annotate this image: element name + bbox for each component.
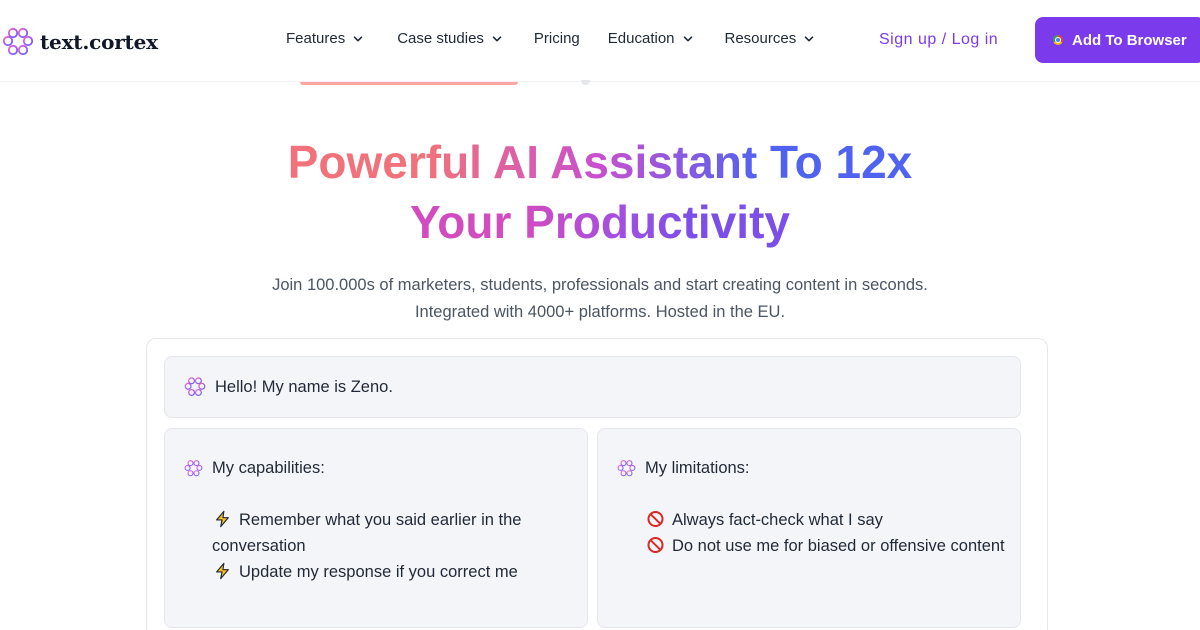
list-item: Remember what you said earlier in the co… [212,507,572,559]
menu-label: Case studies [397,30,484,47]
list-item: Do not use me for biased or offensive co… [645,533,1005,559]
main-menu: Features Case studies Pricing Education … [286,30,814,47]
lightning-icon [216,562,229,580]
chevron-down-icon [492,35,502,41]
hero-subtitle: Join 100.000s of marketers, students, pr… [0,272,1200,326]
menu-label: Pricing [533,30,580,47]
greeting-text: Hello! My name is Zeno. [215,377,393,396]
brain-icon [617,459,636,478]
top-nav: text.cortex Features Case studies Pricin… [0,0,1200,82]
limitations-panel: My limitations: Always fact-check what I… [597,428,1021,628]
greeting-message: Hello! My name is Zeno. [164,356,1021,418]
lightning-icon [216,510,229,528]
capabilities-title: My capabilities: [212,459,325,477]
chevron-down-icon [683,35,692,41]
brain-icon [2,26,34,58]
hero-subtitle-line2: Integrated with 4000+ platforms. Hosted … [414,303,786,321]
limitations-heading: My limitations: [617,459,750,478]
menu-item-resources[interactable]: Resources [725,30,815,47]
prohibited-icon [647,536,664,554]
list-item: Always fact-check what I say [645,507,1005,533]
logo-text: text.cortex [40,30,158,54]
brain-icon [184,459,203,478]
chrome-icon [1053,35,1063,45]
announcement-remnant [300,82,518,85]
capability-text: Update my response if you correct me [239,563,518,581]
menu-label: Resources [724,30,797,47]
menu-item-case-studies[interactable]: Case studies [397,30,502,47]
capabilities-panel: My capabilities: Remember what you said … [164,428,588,628]
hero-title-line2: Your Productivity [410,192,790,252]
signup-login-link[interactable]: Sign up / Log in [879,31,998,49]
limitations-list: Always fact-check what I say Do not use … [645,507,1005,559]
menu-item-pricing[interactable]: Pricing [534,30,580,47]
announcement-remnant-dot [581,80,590,85]
add-to-browser-button[interactable]: Add To Browser [1035,17,1200,63]
menu-label: Education [607,30,675,47]
capabilities-heading: My capabilities: [184,459,325,478]
list-item: Update my response if you correct me [212,559,572,585]
chevron-down-icon [804,35,814,41]
add-to-browser-label: Add To Browser [1072,31,1187,49]
menu-item-features[interactable]: Features [286,30,363,47]
logo[interactable]: text.cortex [2,26,158,58]
limitations-title: My limitations: [645,459,750,477]
chevron-down-icon [353,35,363,41]
capability-text: Remember what you said earlier in the co… [212,511,522,555]
hero-title-line1: Powerful AI Assistant To 12x [288,132,913,192]
menu-item-education[interactable]: Education [608,30,693,47]
capabilities-list: Remember what you said earlier in the co… [212,507,572,585]
prohibited-icon [647,510,664,528]
hero-subtitle-line1: Join 100.000s of marketers, students, pr… [272,276,928,294]
menu-label: Features [286,30,346,47]
limitation-text: Do not use me for biased or offensive co… [672,537,1005,555]
limitation-text: Always fact-check what I say [672,511,883,529]
hero-title: Powerful AI Assistant To 12x Your Produc… [0,132,1200,252]
brain-icon [184,376,206,398]
